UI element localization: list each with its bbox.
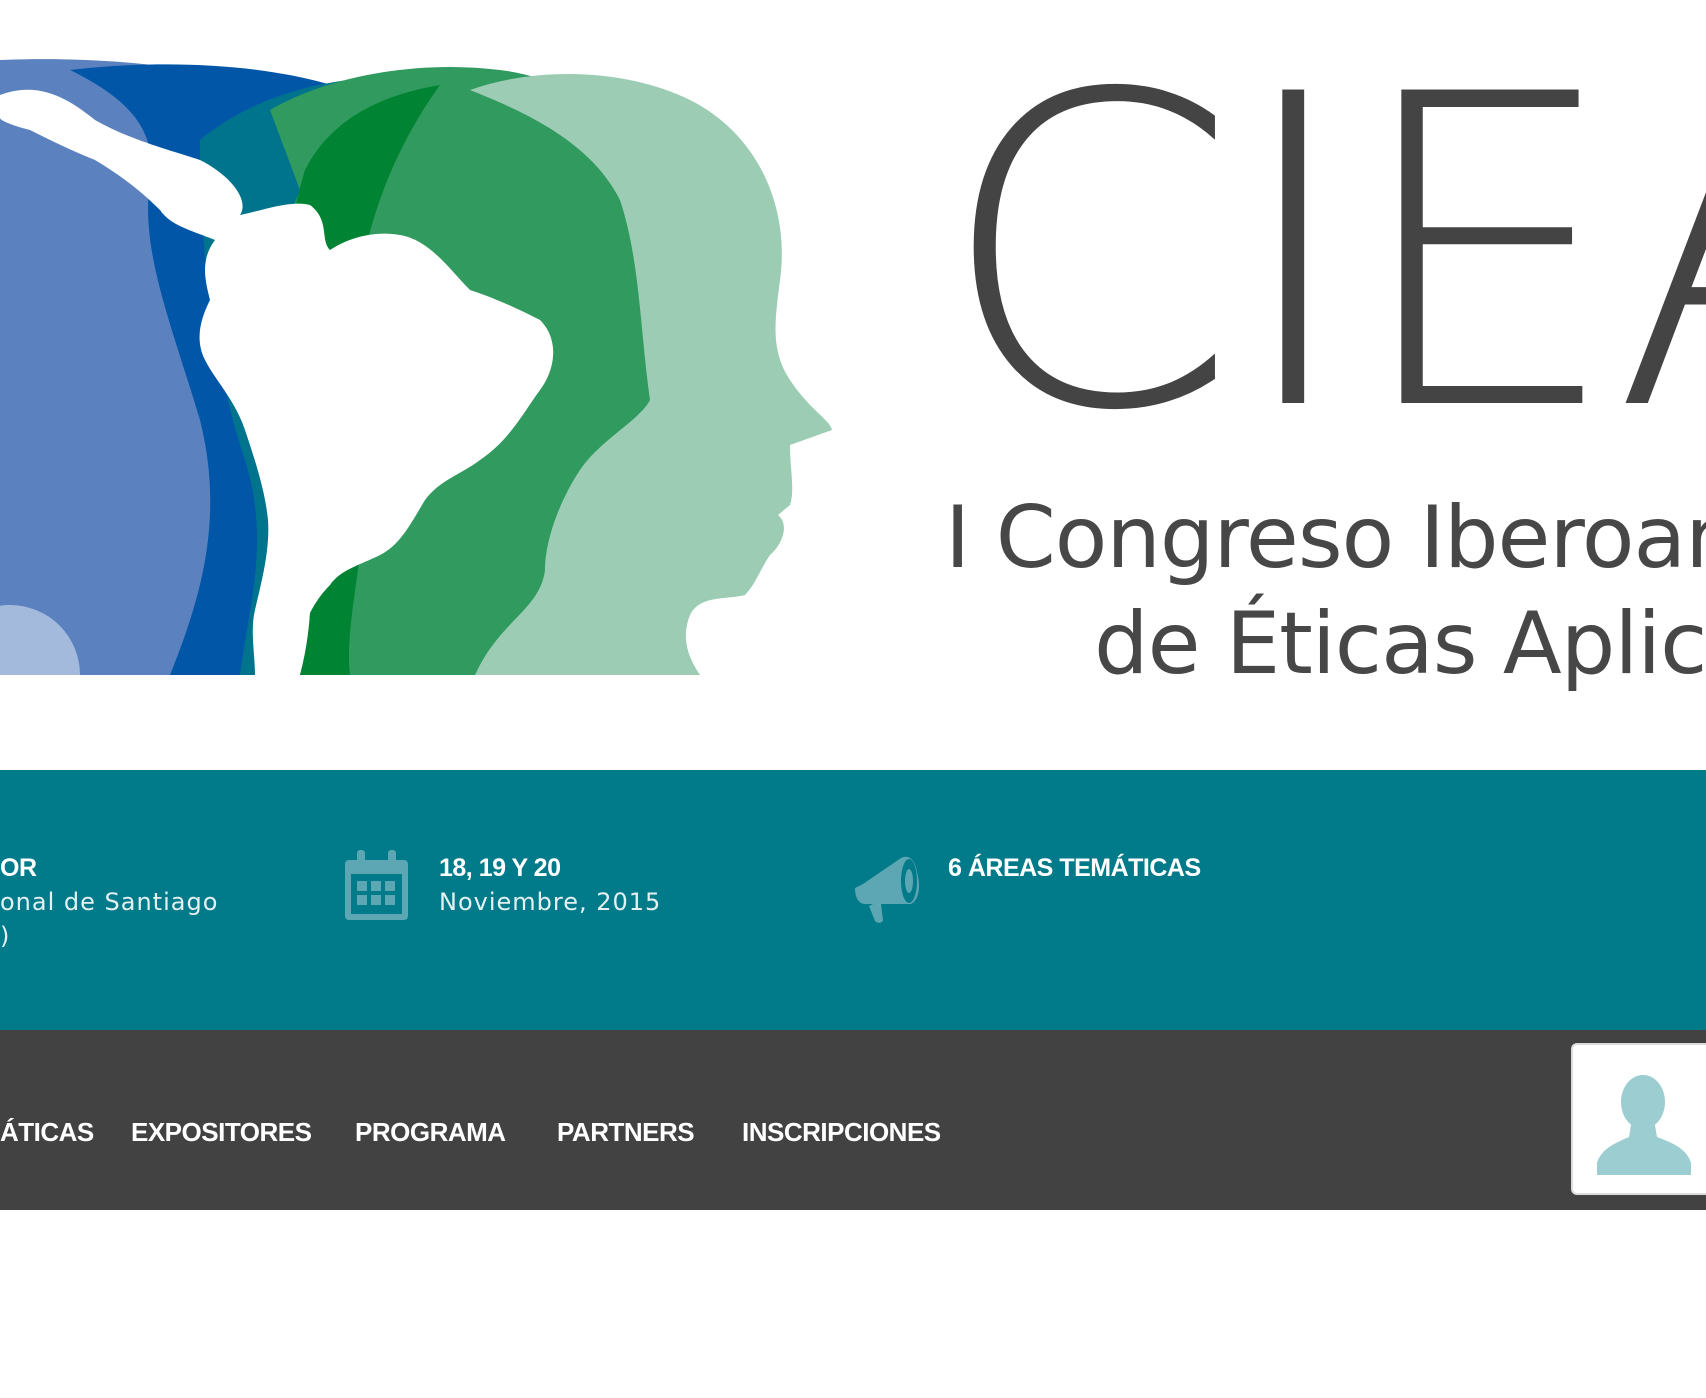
- header-banner: CIEA I Congreso Iberoamericano de Éticas…: [0, 0, 1706, 770]
- nav-item-programa[interactable]: PROGRAMA: [355, 1117, 506, 1148]
- nav-item-partners[interactable]: PARTNERS: [557, 1117, 695, 1148]
- user-avatar-icon: [1597, 1075, 1691, 1175]
- venue-title: OR: [0, 854, 37, 882]
- dates-line-1: Noviembre, 2015: [439, 888, 662, 916]
- areas-title: 6 ÁREAS TEMÁTICAS: [948, 854, 1201, 882]
- megaphone-icon: [855, 856, 919, 923]
- user-avatar-button[interactable]: [1573, 1045, 1706, 1193]
- nav-item-inscripciones[interactable]: INSCRIPCIONES: [742, 1117, 941, 1148]
- logo-title-line1: I Congreso Iberoamericano: [945, 488, 1706, 588]
- congress-logo-heads-icon: [0, 59, 832, 675]
- logo-acronym: CIEA: [938, 5, 1706, 505]
- event-info-bar: OR onal de Santiago ) 18, 19 Y 20 Noviem…: [0, 770, 1706, 1030]
- nav-item-expositores[interactable]: EXPOSITORES: [131, 1117, 312, 1148]
- logo-title-line2: de Éticas Aplicadas: [1094, 594, 1706, 694]
- nav-item-areas-tematicas[interactable]: ÁTICAS: [0, 1117, 94, 1148]
- calendar-icon: [345, 850, 408, 920]
- venue-line-2: ): [0, 922, 11, 950]
- dates-title: 18, 19 Y 20: [439, 854, 561, 882]
- venue-line-1: onal de Santiago: [0, 888, 219, 916]
